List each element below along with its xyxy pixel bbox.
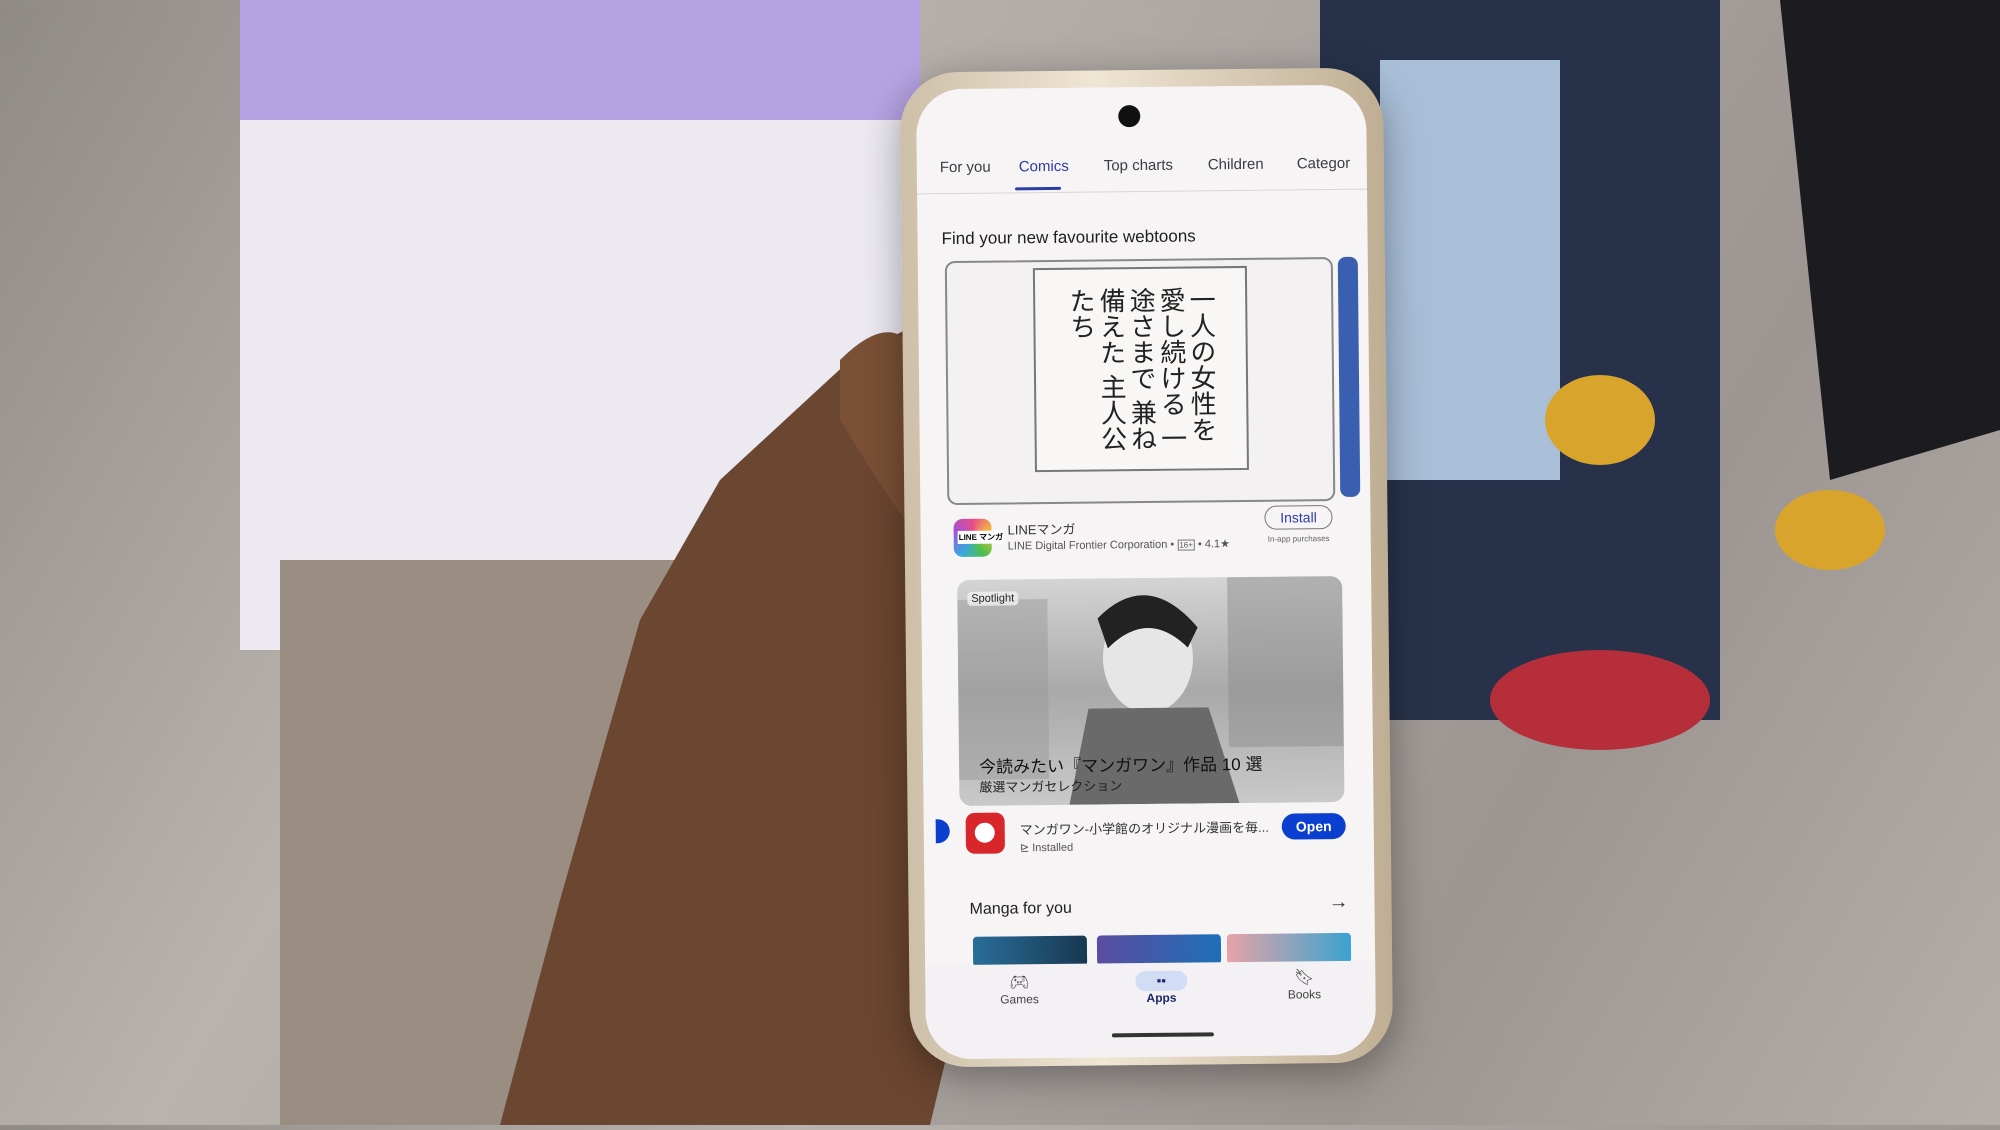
nav-games[interactable]: 🎮︎ Games [984, 972, 1054, 1007]
tab-comics[interactable]: Comics [1019, 158, 1069, 176]
app-meta: LINE Digital Frontier Corporation • 16+ … [1007, 538, 1231, 553]
spotlight-subtitle: 厳選マンガセレクション [979, 778, 1123, 795]
in-app-purchases-note: In-app purchases [1267, 534, 1330, 544]
rating: 4.1★ [1204, 538, 1231, 551]
front-camera [1118, 105, 1141, 128]
light-jeans [1380, 60, 1560, 480]
section-title-webtoons: Find your new favourite webtoons [941, 226, 1196, 249]
spotlight-card[interactable]: Spotlight 今読みたい『マンガワン』作品 10 選 厳選マンガセレクショ… [957, 575, 1345, 806]
section-title-manga-for-you: Manga for you [969, 899, 1072, 918]
gesture-bar[interactable] [1111, 1032, 1214, 1038]
manga-panel: 一人の女性を 愛し続ける 一途さまで 兼ね備えた 主人公たち [1032, 265, 1249, 473]
apps-grid-icon: ▪▪ [1135, 970, 1188, 992]
open-button[interactable]: Open [1281, 812, 1346, 840]
red-shoe [1490, 650, 1710, 750]
spotlight-badge: Spotlight [967, 591, 1019, 606]
yellow-shoe-2 [1775, 490, 1885, 570]
nav-apps[interactable]: ▪▪ Apps [1126, 970, 1196, 1006]
icon-label: LINE マンガ [957, 530, 1005, 544]
manga-thumbnail-1[interactable] [972, 935, 1088, 967]
installed-icon: ⊵ [1019, 842, 1033, 855]
manga-thumbnail-2[interactable] [1096, 934, 1222, 966]
prev-card-peek[interactable] [935, 819, 950, 844]
purple-light [240, 0, 920, 120]
dark-trousers [1780, 0, 2000, 480]
phone: For you Comics Top charts Children Categ… [899, 67, 1394, 1068]
bookmark-icon: 🔖︎ [1294, 969, 1315, 987]
tab-children[interactable]: Children [1208, 156, 1264, 174]
nav-books[interactable]: 🔖︎ Books [1269, 967, 1339, 1002]
gamepad-icon: 🎮︎ [1009, 974, 1030, 992]
age-rating-badge: 16+ [1177, 539, 1195, 551]
next-banner-peek[interactable] [1337, 256, 1361, 497]
installed-status: ⊵ Installed [1020, 841, 1073, 855]
active-tab-indicator [1015, 186, 1062, 191]
line-manga-app-icon[interactable]: LINE マンガ [953, 518, 1005, 558]
nav-apps-label: Apps [1146, 990, 1177, 1006]
banner-vertical-text: 一人の女性を 愛し続ける 一途さまで 兼ね備えた 主人公たち [1065, 286, 1217, 452]
tab-divider [917, 188, 1368, 195]
nav-books-label: Books [1287, 987, 1322, 1002]
mangaone-app-icon[interactable] [965, 812, 1005, 854]
spotlight-title: 今読みたい『マンガワン』作品 10 選 [978, 754, 1263, 777]
play-store-screen: For you Comics Top charts Children Categ… [915, 84, 1377, 1060]
webtoon-banner[interactable]: 一人の女性を 愛し続ける 一途さまで 兼ね備えた 主人公たち [944, 257, 1336, 506]
mangaone-app-name[interactable]: マンガワン-小学館のオリジナル漫画を毎... [1020, 817, 1269, 839]
install-button[interactable]: Install [1264, 505, 1333, 530]
tab-top-charts[interactable]: Top charts [1104, 157, 1173, 175]
bottom-nav: 🎮︎ Games ▪▪ Apps 🔖︎ Books [925, 960, 1377, 1060]
developer: LINE Digital Frontier Corporation [1007, 538, 1168, 553]
tab-for-you[interactable]: For you [940, 159, 991, 177]
nav-games-label: Games [1000, 992, 1039, 1007]
manga-thumbnail-3[interactable] [1226, 932, 1352, 965]
yellow-shoe [1545, 375, 1655, 465]
app-name[interactable]: LINEマンガ [1007, 519, 1076, 539]
icon-face [974, 822, 995, 843]
arrow-right-icon[interactable]: → [1328, 891, 1348, 914]
tab-categories[interactable]: Categor [1297, 155, 1351, 173]
installed-label: Installed [1032, 841, 1074, 855]
